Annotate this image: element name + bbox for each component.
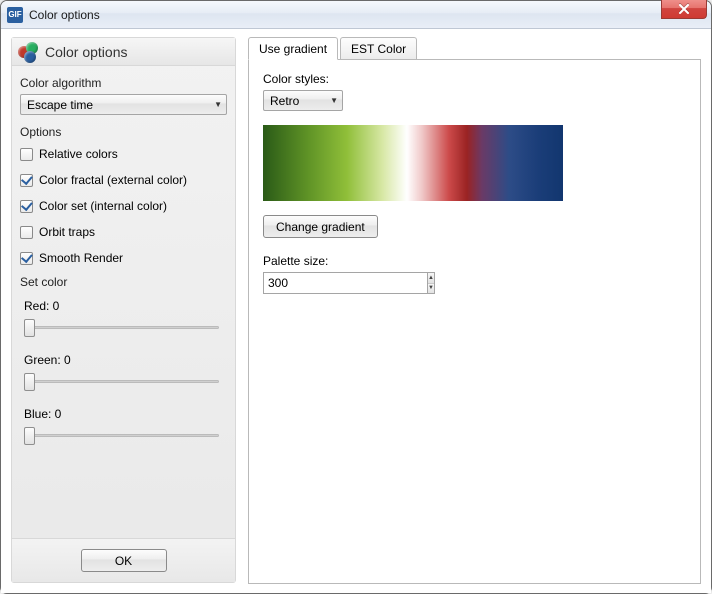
orbit-traps-row[interactable]: Orbit traps xyxy=(20,221,227,243)
tab-use-gradient[interactable]: Use gradient xyxy=(248,37,338,60)
close-button[interactable] xyxy=(661,0,707,19)
window-title: Color options xyxy=(29,8,100,22)
left-heading: Color options xyxy=(45,44,128,60)
palette-spin-up[interactable]: ▲ xyxy=(428,273,434,284)
left-body: Color algorithm Escape time ▼ Options Re… xyxy=(12,66,235,538)
blue-slider[interactable] xyxy=(22,425,225,445)
color-fractal-checkbox[interactable] xyxy=(20,174,33,187)
palette-spin-down[interactable]: ▼ xyxy=(428,284,434,294)
orbit-traps-label: Orbit traps xyxy=(39,225,95,239)
tabpage-gradient: Color styles: Retro ▼ Change gradient Pa… xyxy=(248,59,701,584)
app-icon: GIF xyxy=(7,7,23,23)
green-slider-block: Green: 0 xyxy=(20,349,227,397)
relative-colors-label: Relative colors xyxy=(39,147,118,161)
color-styles-label: Color styles: xyxy=(263,72,686,86)
palette-size-input[interactable] xyxy=(263,272,428,294)
tab-est-color[interactable]: EST Color xyxy=(340,37,417,59)
orbit-traps-checkbox[interactable] xyxy=(20,226,33,239)
titlebar[interactable]: GIF Color options xyxy=(1,1,711,29)
red-slider-block: Red: 0 xyxy=(20,295,227,343)
color-styles-combo[interactable]: Retro ▼ xyxy=(263,90,343,111)
gradient-preview xyxy=(263,125,563,201)
green-label: Green: 0 xyxy=(24,353,227,367)
color-set-label: Color set (internal color) xyxy=(39,199,167,213)
relative-colors-row[interactable]: Relative colors xyxy=(20,143,227,165)
options-label: Options xyxy=(20,125,227,139)
smooth-render-checkbox[interactable] xyxy=(20,252,33,265)
palette-size-spinner[interactable]: ▲ ▼ xyxy=(263,272,373,294)
algorithm-label: Color algorithm xyxy=(20,76,227,90)
color-fractal-row[interactable]: Color fractal (external color) xyxy=(20,169,227,191)
color-fractal-label: Color fractal (external color) xyxy=(39,173,187,187)
chevron-down-icon: ▼ xyxy=(330,96,338,105)
algorithm-value: Escape time xyxy=(27,98,93,112)
change-gradient-button[interactable]: Change gradient xyxy=(263,215,378,238)
color-styles-value: Retro xyxy=(270,94,299,108)
blue-label: Blue: 0 xyxy=(24,407,227,421)
color-set-row[interactable]: Color set (internal color) xyxy=(20,195,227,217)
right-panel: Use gradient EST Color Color styles: Ret… xyxy=(248,37,701,583)
chevron-down-icon: ▼ xyxy=(214,100,222,109)
color-options-icon xyxy=(18,42,40,62)
red-label: Red: 0 xyxy=(24,299,227,313)
tabstrip: Use gradient EST Color xyxy=(248,37,701,59)
red-slider-thumb[interactable] xyxy=(24,319,35,337)
green-slider-thumb[interactable] xyxy=(24,373,35,391)
left-footer: OK xyxy=(12,538,235,582)
left-panel: Color options Color algorithm Escape tim… xyxy=(11,37,236,583)
algorithm-combo[interactable]: Escape time ▼ xyxy=(20,94,227,115)
client-area: Color options Color algorithm Escape tim… xyxy=(1,29,711,593)
ok-button[interactable]: OK xyxy=(81,549,167,572)
close-icon xyxy=(678,4,690,14)
palette-size-label: Palette size: xyxy=(263,254,686,268)
dialog-window: GIF Color options Color options Color al… xyxy=(0,0,712,594)
red-slider[interactable] xyxy=(22,317,225,337)
set-color-label: Set color xyxy=(20,275,227,289)
left-header: Color options xyxy=(12,38,235,66)
blue-slider-thumb[interactable] xyxy=(24,427,35,445)
color-set-checkbox[interactable] xyxy=(20,200,33,213)
green-slider[interactable] xyxy=(22,371,225,391)
smooth-render-label: Smooth Render xyxy=(39,251,123,265)
smooth-render-row[interactable]: Smooth Render xyxy=(20,247,227,269)
blue-slider-block: Blue: 0 xyxy=(20,403,227,451)
relative-colors-checkbox[interactable] xyxy=(20,148,33,161)
